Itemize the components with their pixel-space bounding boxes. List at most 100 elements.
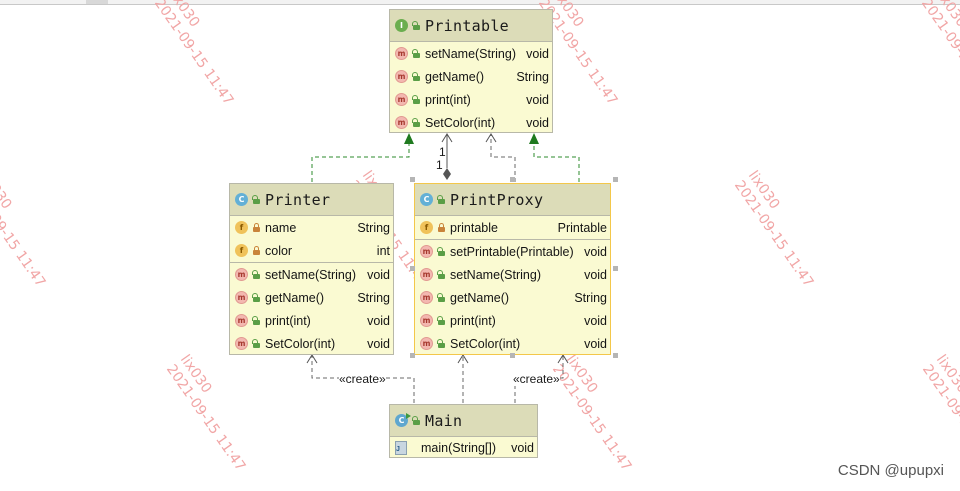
method-name: print(int) — [265, 313, 311, 328]
java-file-icon — [395, 441, 407, 455]
class-header: C Printer — [230, 184, 393, 216]
method-name: SetColor(int) — [265, 336, 336, 351]
method-row[interactable]: m SetColor(int) void — [230, 332, 393, 355]
methods-section: main(String[]) void — [390, 437, 537, 458]
method-type: void — [367, 267, 390, 282]
resize-handle[interactable] — [613, 266, 618, 271]
resize-handle[interactable] — [510, 177, 515, 182]
method-type: void — [584, 244, 607, 259]
public-visibility-icon — [437, 339, 446, 348]
methods-section: m setPrintable(Printable) void m setName(St… — [415, 240, 610, 355]
class-header: I Printable — [390, 10, 552, 42]
resize-handle[interactable] — [613, 353, 618, 358]
method-row[interactable]: m setName(String) void — [230, 263, 393, 286]
source-credit: CSDN @upupxi — [837, 462, 944, 479]
realization-proxy-to-printable — [533, 143, 580, 182]
method-type: void — [526, 92, 549, 107]
method-type: void — [584, 336, 607, 351]
method-icon: m — [235, 314, 248, 327]
method-row[interactable]: m setName(String) void — [390, 42, 552, 65]
field-name: printable — [450, 220, 498, 235]
method-row[interactable]: m getName() String — [415, 286, 610, 309]
private-visibility-icon — [252, 246, 261, 255]
method-icon: m — [420, 268, 433, 281]
resize-handle[interactable] — [410, 177, 415, 182]
method-type: String — [357, 290, 390, 305]
public-visibility-icon — [412, 118, 421, 127]
public-visibility-icon — [252, 316, 261, 325]
method-row[interactable]: m print(int) void — [390, 88, 552, 111]
field-row[interactable]: f printable Printable — [415, 216, 610, 239]
method-name: setName(String) — [265, 267, 356, 282]
interface-icon: I — [395, 19, 408, 32]
method-name: getName() — [265, 290, 325, 305]
realization-arrowhead — [529, 133, 539, 144]
public-visibility-icon — [412, 95, 421, 104]
class-box-printproxy[interactable]: C PrintProxy f printable Printable m setPri… — [414, 183, 611, 355]
method-name: main(String[]) — [421, 440, 497, 455]
public-visibility-icon — [252, 339, 261, 348]
public-visibility-icon — [437, 293, 446, 302]
method-name: SetColor(int) — [425, 115, 496, 130]
public-visibility-icon — [437, 247, 446, 256]
class-box-printable[interactable]: I Printable m setName(String) void m getNam… — [389, 9, 553, 133]
method-name: print(int) — [425, 92, 471, 107]
public-visibility-icon — [437, 316, 446, 325]
class-icon: C — [420, 193, 433, 206]
method-row[interactable]: m setName(String) void — [415, 263, 610, 286]
method-row[interactable]: m getName() String — [390, 65, 552, 88]
create-label: «create» — [513, 372, 560, 386]
create-label: «create» — [339, 372, 386, 386]
class-box-main[interactable]: C Main main(String[]) void — [389, 404, 538, 458]
field-row[interactable]: f name String — [230, 216, 393, 239]
method-icon: m — [235, 337, 248, 350]
method-icon: m — [395, 70, 408, 83]
multiplicity-label: 1 — [436, 158, 443, 172]
resize-handle[interactable] — [613, 177, 618, 182]
method-icon: m — [420, 245, 433, 258]
class-title: Printer — [265, 190, 331, 209]
method-icon: m — [235, 268, 248, 281]
method-type: String — [574, 290, 607, 305]
resize-handle[interactable] — [410, 353, 415, 358]
method-icon: m — [395, 47, 408, 60]
fields-section: f printable Printable — [415, 216, 610, 240]
class-header: C PrintProxy — [415, 184, 610, 216]
method-row[interactable]: m getName() String — [230, 286, 393, 309]
method-icon: m — [420, 291, 433, 304]
public-visibility-icon — [437, 195, 446, 204]
method-row[interactable]: m SetColor(int) void — [415, 332, 610, 355]
method-row[interactable]: m setPrintable(Printable) void — [415, 240, 610, 263]
class-box-printer[interactable]: C Printer f name String f color int m setName… — [229, 183, 394, 355]
methods-section: m setName(String) void m getName() String m p… — [230, 263, 393, 355]
public-visibility-icon — [252, 293, 261, 302]
realization-arrowhead — [404, 133, 414, 144]
method-type: void — [526, 115, 549, 130]
field-row[interactable]: f color int — [230, 239, 393, 262]
resize-handle[interactable] — [410, 266, 415, 271]
field-type: Printable — [557, 220, 607, 235]
public-visibility-icon — [412, 21, 421, 30]
field-type: int — [376, 243, 390, 258]
multiplicity-label: 1 — [439, 145, 446, 159]
method-type: void — [367, 313, 390, 328]
method-type: void — [526, 46, 549, 61]
field-icon: f — [235, 221, 248, 234]
field-name: color — [265, 243, 293, 258]
methods-section: m setName(String) void m getName() String m p… — [390, 42, 552, 134]
field-icon: f — [235, 244, 248, 257]
method-name: setName(String) — [425, 46, 516, 61]
method-name: setName(String) — [450, 267, 541, 282]
method-row[interactable]: m print(int) void — [415, 309, 610, 332]
method-type: void — [511, 440, 534, 455]
class-title: PrintProxy — [450, 190, 544, 209]
realization-printer-to-printable — [311, 143, 410, 182]
method-row[interactable]: m print(int) void — [230, 309, 393, 332]
fields-section: f name String f color int — [230, 216, 393, 263]
dependency-proxy-to-printable — [490, 135, 516, 182]
method-row[interactable]: main(String[]) void — [390, 437, 537, 458]
resize-handle[interactable] — [510, 353, 515, 358]
field-name: name — [265, 220, 297, 235]
method-row[interactable]: m SetColor(int) void — [390, 111, 552, 134]
class-header: C Main — [390, 405, 537, 437]
